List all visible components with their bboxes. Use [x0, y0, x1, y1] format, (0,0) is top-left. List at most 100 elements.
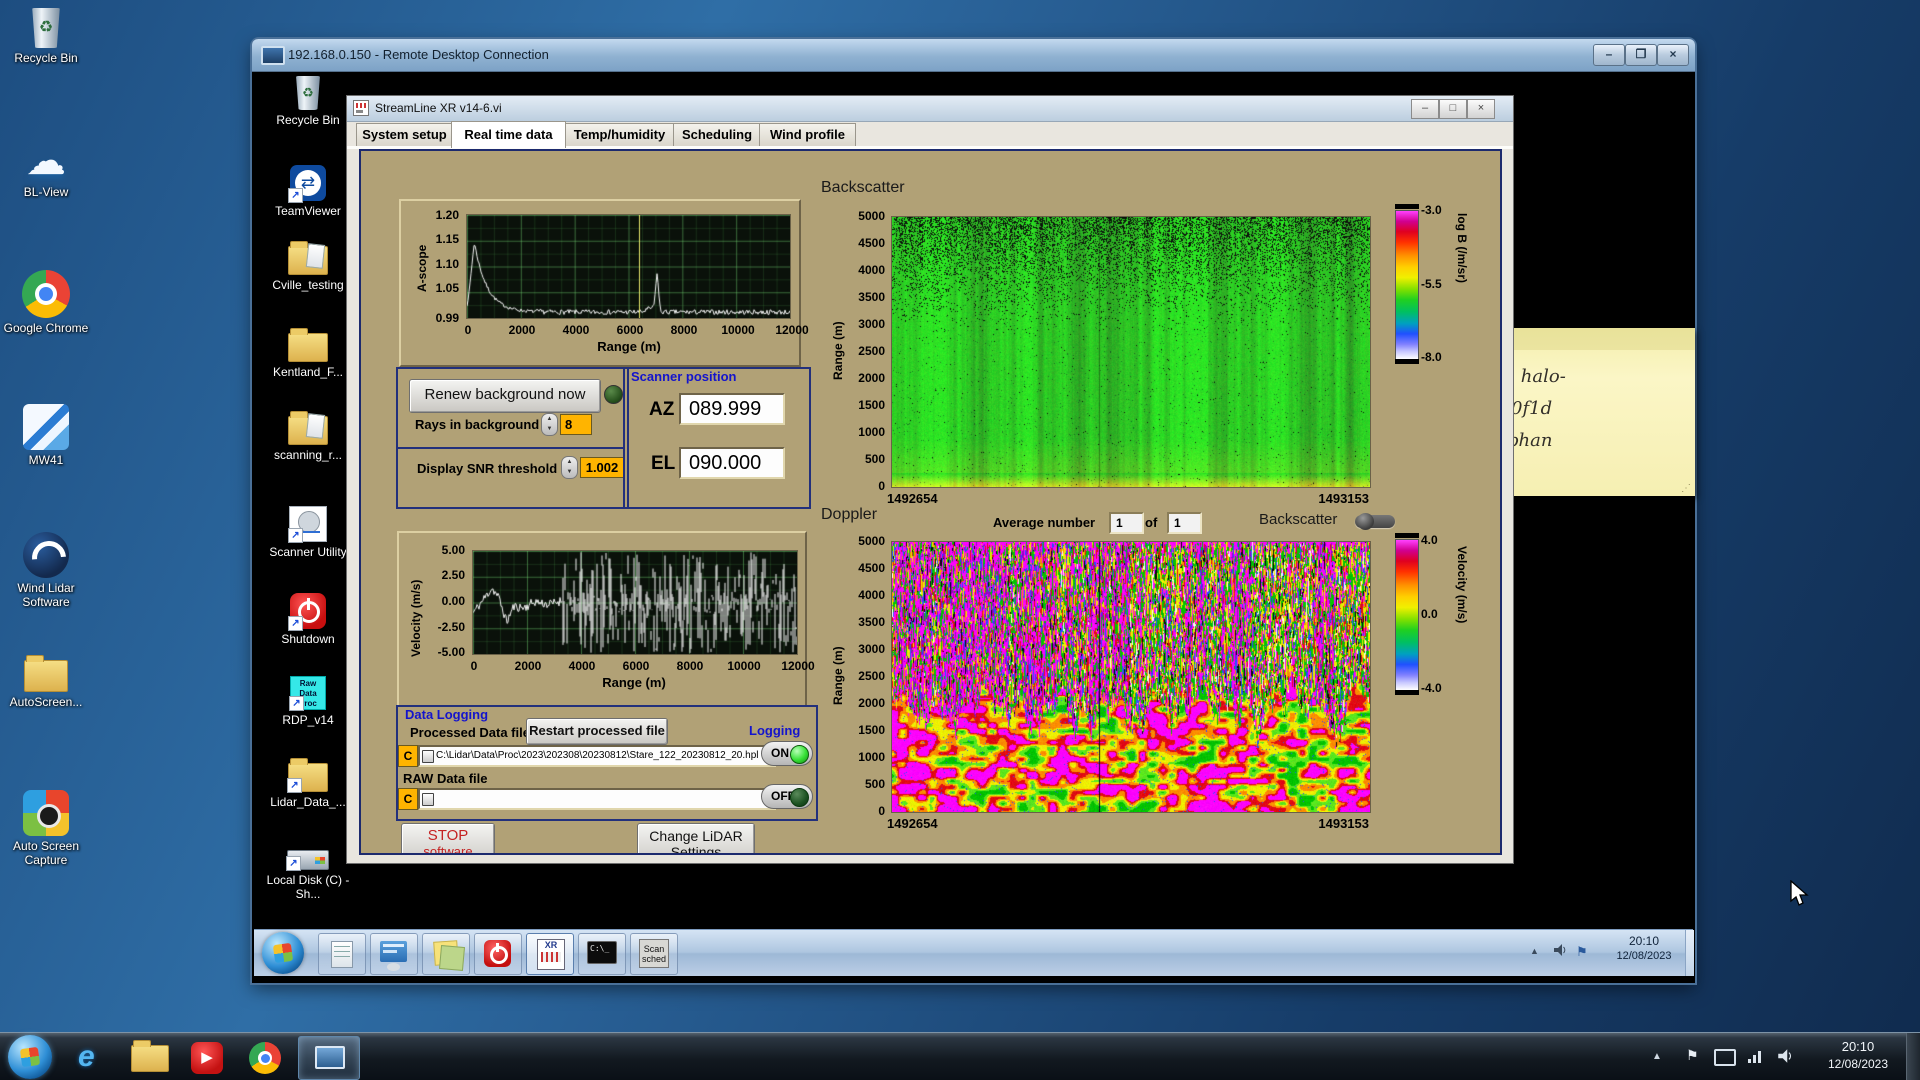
front-panel: A-scope 1.20 1.15 1.10 1.05 0.99 0 2000 … — [359, 149, 1502, 855]
tab-wind-profile[interactable]: Wind profile — [759, 123, 856, 148]
desktop-icon-auto-screen-capture[interactable]: Auto Screen Capture — [2, 790, 90, 867]
taskbar-sticky-notes[interactable] — [422, 933, 470, 975]
tab-scheduling[interactable]: Scheduling — [673, 123, 761, 148]
rays-value[interactable]: 8 — [560, 414, 592, 435]
volume-icon[interactable] — [1552, 942, 1568, 963]
rdp-titlebar[interactable]: 192.168.0.150 - Remote Desktop Connectio… — [252, 39, 1695, 72]
rdp-close-button[interactable]: × — [1657, 44, 1689, 66]
app-close-button[interactable]: × — [1467, 99, 1495, 119]
app-minimize-button[interactable]: – — [1411, 99, 1439, 119]
rdp-minimize-button[interactable]: – — [1593, 44, 1625, 66]
taskbar-chrome[interactable] — [240, 1036, 292, 1078]
folder-icon — [287, 758, 328, 793]
tray-expand-icon[interactable]: ▲ — [1530, 946, 1539, 956]
velocity-ytick: -5.00 — [437, 645, 465, 659]
taskbar-rdp-active[interactable] — [298, 1036, 360, 1080]
stop-software-button[interactable]: STOP software — [401, 823, 495, 853]
rdp-icon-shutdown[interactable]: Shutdown — [262, 593, 354, 646]
start-button[interactable] — [8, 1035, 52, 1079]
processed-logging-toggle[interactable]: ON — [761, 741, 813, 766]
velocity-ytick: -2.50 — [437, 620, 465, 634]
desktop-icon-wind-lidar[interactable]: Wind Lidar Software — [2, 532, 90, 609]
rdp-window-title: 192.168.0.150 - Remote Desktop Connectio… — [288, 47, 549, 62]
taskbar-cmd[interactable]: C:\_ — [578, 933, 626, 975]
raw-path-field[interactable] — [418, 788, 776, 810]
taskbar-control-panel[interactable] — [370, 933, 418, 975]
tab-system-setup[interactable]: System setup — [356, 123, 453, 148]
action-center-flag-icon[interactable]: ⚑ — [1686, 1047, 1699, 1064]
show-desktop-button[interactable] — [1685, 930, 1694, 976]
data-logging-title: Data Logging — [405, 707, 489, 722]
rdp-clock[interactable]: 20:10 12/08/2023 — [1606, 934, 1682, 962]
snr-spinner[interactable]: ▲ ▼ — [561, 456, 578, 479]
taskbar-explorer[interactable] — [124, 1036, 176, 1078]
backscatter-ytick: 4500 — [858, 236, 885, 250]
raw-data-proc-icon: Raw Data Proc — [289, 676, 326, 711]
processed-drive-selector[interactable]: C — [398, 745, 418, 767]
system-clock[interactable]: 20:10 12/08/2023 — [1816, 1039, 1900, 1071]
volume-icon[interactable] — [1776, 1047, 1794, 1070]
desktop-icon-autoscreen-folder[interactable]: AutoScreen... — [2, 655, 90, 709]
velocity-plot[interactable] — [472, 550, 798, 655]
taskbar-notepad[interactable] — [318, 933, 366, 975]
restart-processed-file-button[interactable]: Restart processed file — [526, 718, 668, 745]
network-icon[interactable] — [1746, 1047, 1764, 1070]
rdp-icon-kentland[interactable]: Kentland_F... — [262, 328, 354, 379]
logging-label: Logging — [749, 723, 801, 738]
raw-logging-toggle[interactable]: OFF — [761, 784, 813, 809]
az-field[interactable]: 089.999 — [679, 393, 785, 425]
el-field[interactable]: 090.000 — [679, 447, 785, 479]
rdp-icon-teamviewer[interactable]: ⇄ TeamViewer — [262, 165, 354, 218]
rdp-icon-scanner-utility[interactable]: Scanner Utility — [262, 506, 354, 559]
start-button[interactable] — [262, 932, 304, 974]
ascope-ytick: 1.05 — [435, 281, 459, 295]
tab-real-time-data[interactable]: Real time data — [451, 121, 566, 148]
rdp-icon-recycle-bin[interactable]: ♻ Recycle Bin — [262, 76, 354, 127]
doppler-xend: 1493153 — [1318, 816, 1369, 831]
snr-value[interactable]: 1.002 — [580, 457, 624, 478]
desktop-icon-recycle-bin[interactable]: ♻ Recycle Bin — [2, 8, 90, 65]
rdp-icon-rdp-v14[interactable]: Raw Data Proc RDP_v14 — [262, 676, 354, 727]
desktop-icon-google-chrome[interactable]: Google Chrome — [2, 270, 90, 335]
processed-path-field[interactable]: C:\Lidar\Data\Proc\2023\202308\20230812\… — [418, 745, 776, 767]
rdp-icon-lidar-data[interactable]: Lidar_Data_... — [262, 758, 354, 809]
change-lidar-settings-button[interactable]: Change LiDAR Settings — [637, 823, 755, 853]
streamline-titlebar[interactable]: StreamLine XR v14-6.vi – □ × — [347, 96, 1513, 122]
rdp-icon-scanning[interactable]: scanning_r... — [262, 411, 354, 462]
tab-temp-humidity[interactable]: Temp/humidity — [564, 123, 675, 148]
average-total-field[interactable]: 1 — [1167, 512, 1202, 534]
display-icon[interactable] — [1714, 1049, 1736, 1066]
taskbar-internet-explorer[interactable]: e — [66, 1036, 118, 1078]
desktop-icon-bl-view[interactable]: ☁ BL-View — [2, 140, 90, 199]
show-desktop-button[interactable] — [1906, 1033, 1920, 1080]
renew-background-button[interactable]: Renew background now — [409, 379, 601, 413]
doppler-heatmap[interactable] — [891, 541, 1371, 813]
action-center-flag-icon[interactable]: ⚑ — [1576, 944, 1588, 960]
taskbar-streamline-xr-active[interactable]: XR — [526, 933, 574, 975]
cbar-tick: -4.0 — [1421, 681, 1442, 695]
minimize-icon: – — [1421, 102, 1429, 114]
rdp-restore-button[interactable]: ❐ — [1625, 44, 1657, 66]
raw-drive-selector[interactable]: C — [398, 788, 418, 810]
rays-spinner[interactable]: ▲ ▼ — [541, 413, 558, 436]
rays-label: Rays in background — [415, 417, 540, 432]
path-browse-icon — [422, 793, 434, 806]
taskbar-shutdown[interactable] — [474, 933, 522, 975]
average-number-field[interactable]: 1 — [1109, 512, 1144, 534]
tray-expand-icon[interactable]: ▲ — [1652, 1051, 1662, 1062]
desktop-icon-mw41[interactable]: MW41 — [2, 404, 90, 467]
backscatter-ytick: 2000 — [858, 371, 885, 385]
backscatter-heatmap[interactable] — [891, 216, 1371, 488]
off-led-icon — [790, 788, 809, 807]
rdp-icon-cville-testing[interactable]: Cville_testing — [262, 241, 354, 292]
resize-grip-icon[interactable]: ⋰ — [1681, 483, 1691, 494]
notepad-icon — [331, 941, 353, 968]
velocity-xtick: 8000 — [676, 659, 704, 673]
taskbar-scan-scheduler[interactable]: Scan sched — [630, 933, 678, 975]
taskbar-media-player[interactable]: ▶ — [182, 1036, 234, 1078]
backscatter-toggle[interactable] — [1355, 513, 1395, 530]
ascope-plot[interactable] — [466, 214, 791, 319]
app-maximize-button[interactable]: □ — [1439, 99, 1467, 119]
rdp-icon-local-disk[interactable]: Local Disk (C) - Sh... — [262, 850, 354, 901]
doppler-colorbar — [1395, 539, 1419, 691]
